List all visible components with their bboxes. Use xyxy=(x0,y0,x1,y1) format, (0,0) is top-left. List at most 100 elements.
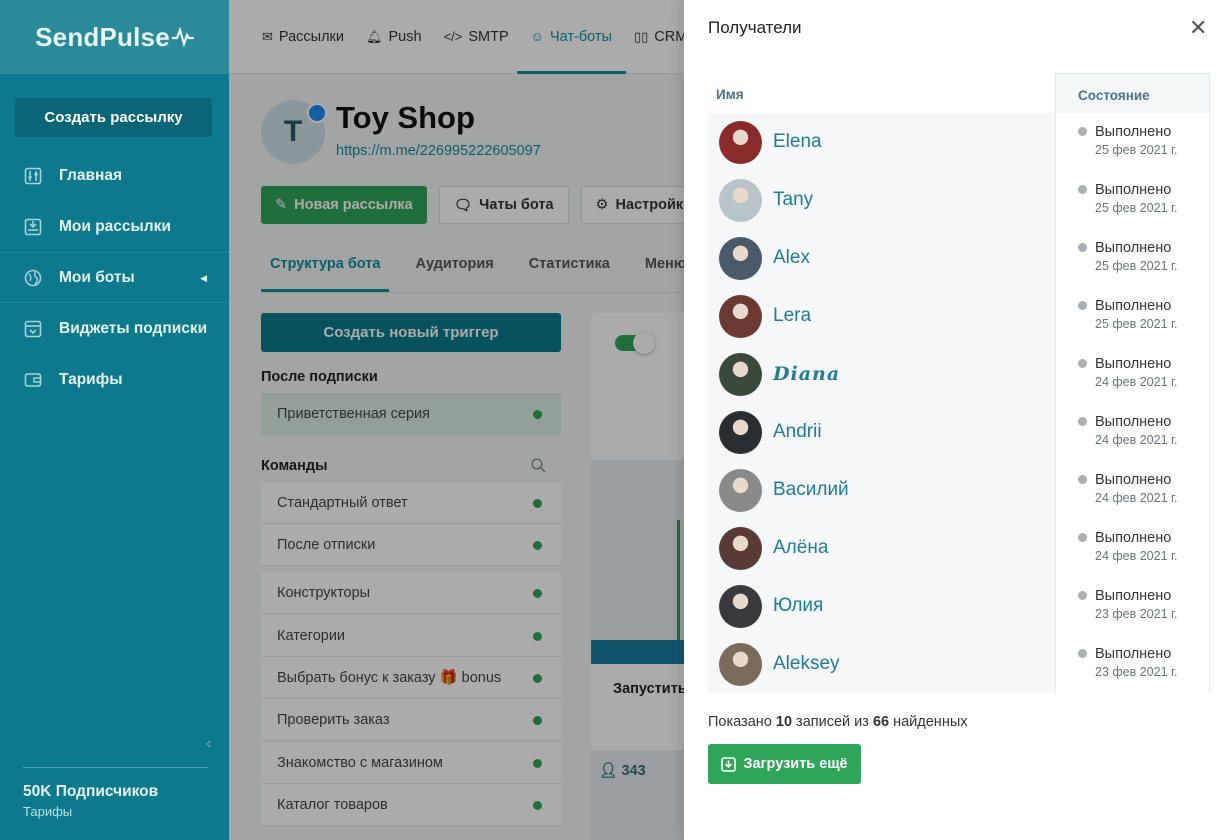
status-label: Выполнено xyxy=(1095,356,1172,372)
table-row[interactable]: Василий Выполнено 24 фев 2021 г. xyxy=(708,461,1210,519)
status-dot xyxy=(1078,185,1087,194)
recipient-cell: Tany xyxy=(708,171,1055,229)
status-cell: Выполнено 25 фев 2021 г. xyxy=(1055,113,1210,171)
table-header: Имя Состояние xyxy=(708,73,1210,113)
table-body: Elena Выполнено 25 фев 2021 г. Tany Выполнен… xyxy=(708,113,1210,693)
status-label: Выполнено xyxy=(1095,182,1172,198)
status-label: Выполнено xyxy=(1095,240,1172,256)
recipient-cell: Elena xyxy=(708,113,1055,171)
recipient-name[interactable]: Василий xyxy=(773,479,849,501)
logo-area: SendPulse xyxy=(0,0,229,74)
column-header-state[interactable]: Состояние xyxy=(1055,73,1210,113)
table-row[interactable]: Aleksey Выполнено 23 фев 2021 г. xyxy=(708,635,1210,693)
load-more-button[interactable]: Загрузить ещё xyxy=(708,744,861,784)
avatar xyxy=(719,642,762,686)
sidebar-nav: Главная Мои рассылки Мои боты ◀ Виджеты … xyxy=(0,150,229,405)
sidebar-item-main[interactable]: Главная xyxy=(0,150,229,201)
avatar xyxy=(719,236,762,280)
recipient-name[interactable]: Alex xyxy=(773,247,810,269)
status-dot xyxy=(1078,475,1087,484)
status-label: Выполнено xyxy=(1095,588,1172,604)
close-icon[interactable]: ✕ xyxy=(1189,17,1207,39)
sidebar-item-my-bots[interactable]: Мои боты ◀ xyxy=(0,252,229,303)
status-dot xyxy=(1078,649,1087,658)
status-cell: Выполнено 25 фев 2021 г. xyxy=(1055,229,1210,287)
status-date: 23 фев 2021 г. xyxy=(1095,607,1178,621)
sendpulse-logo[interactable]: SendPulse xyxy=(35,22,194,53)
status-cell: Выполнено 24 фев 2021 г. xyxy=(1055,461,1210,519)
table-row[interactable]: Alex Выполнено 25 фев 2021 г. xyxy=(708,229,1210,287)
summary-text: Показано xyxy=(708,714,772,730)
recipient-cell: Alex xyxy=(708,229,1055,287)
status-cell: Выполнено 23 фев 2021 г. xyxy=(1055,635,1210,693)
recipient-name[interactable]: Алёна xyxy=(773,537,828,559)
widget-icon xyxy=(24,320,42,338)
column-header-name[interactable]: Имя xyxy=(716,87,744,102)
wallet-icon xyxy=(24,371,42,389)
avatar xyxy=(719,294,762,338)
create-campaign-button[interactable]: Создать рассылку xyxy=(15,98,212,137)
sidebar-item-tariffs[interactable]: Тарифы xyxy=(0,354,229,405)
recipient-cell: Aleksey xyxy=(708,635,1055,693)
status-label: Выполнено xyxy=(1095,472,1172,488)
status-date: 25 фев 2021 г. xyxy=(1095,317,1178,331)
recipient-name[interactable]: Andrii xyxy=(773,421,822,443)
status-cell: Выполнено 25 фев 2021 г. xyxy=(1055,287,1210,345)
globe-icon xyxy=(24,269,42,287)
table-row[interactable]: Юлия Выполнено 23 фев 2021 г. xyxy=(708,577,1210,635)
recipient-cell: Юлия xyxy=(708,577,1055,635)
sidebar-item-label: Тарифы xyxy=(59,370,123,388)
table-row[interactable]: Lera Выполнено 25 фев 2021 г. xyxy=(708,287,1210,345)
status-dot xyxy=(1078,359,1087,368)
status-date: 24 фев 2021 г. xyxy=(1095,375,1178,389)
table-row[interactable]: Diana Выполнено 24 фев 2021 г. xyxy=(708,345,1210,403)
sidebar-item-label: Мои рассылки xyxy=(59,217,171,235)
table-row[interactable]: Andrii Выполнено 24 фев 2021 г. xyxy=(708,403,1210,461)
recipient-name[interactable]: Tany xyxy=(773,189,813,211)
status-dot xyxy=(1078,301,1087,310)
sidebar-item-widgets[interactable]: Виджеты подписки xyxy=(0,303,229,354)
recipient-name[interactable]: Aleksey xyxy=(773,653,840,675)
recipient-cell: Василий xyxy=(708,461,1055,519)
sidebar-item-campaigns[interactable]: Мои рассылки xyxy=(0,201,229,252)
status-date: 25 фев 2021 г. xyxy=(1095,143,1178,157)
collapse-sidebar-icon[interactable]: ‹ xyxy=(206,735,211,753)
sidebar: SendPulse Создать рассылку Главная Мои р… xyxy=(0,0,229,840)
recipient-cell: Diana xyxy=(708,345,1055,403)
recipient-name[interactable]: Elena xyxy=(773,131,822,153)
recipient-name[interactable]: Lera xyxy=(773,305,811,327)
results-summary: Показано 10 записей из 66 найденных xyxy=(708,714,968,730)
status-date: 24 фев 2021 г. xyxy=(1095,549,1178,563)
recipient-cell: Алёна xyxy=(708,519,1055,577)
tariffs-link[interactable]: Тарифы xyxy=(23,804,72,819)
pulse-icon xyxy=(171,27,194,47)
sidebar-item-label: Главная xyxy=(59,166,123,184)
recipient-name[interactable]: Diana xyxy=(773,363,840,385)
sidebar-item-label: Мои боты xyxy=(59,268,135,286)
status-cell: Выполнено 24 фев 2021 г. xyxy=(1055,519,1210,577)
recipient-name[interactable]: Юлия xyxy=(773,595,823,617)
recipient-cell: Lera xyxy=(708,287,1055,345)
summary-text: записей из xyxy=(796,714,869,730)
status-cell: Выполнено 24 фев 2021 г. xyxy=(1055,403,1210,461)
caret-left-icon: ◀ xyxy=(200,273,207,283)
status-dot xyxy=(1078,417,1087,426)
status-dot xyxy=(1078,591,1087,600)
status-date: 25 фев 2021 г. xyxy=(1095,201,1178,215)
avatar xyxy=(719,468,762,512)
sliders-icon xyxy=(24,167,42,185)
status-label: Выполнено xyxy=(1095,414,1172,430)
recipient-cell: Andrii xyxy=(708,403,1055,461)
avatar xyxy=(719,584,762,628)
status-date: 23 фев 2021 г. xyxy=(1095,665,1178,679)
sidebar-item-label: Виджеты подписки xyxy=(59,319,208,337)
subscribers-plan: 50K Подписчиков xyxy=(23,783,159,800)
status-label: Выполнено xyxy=(1095,124,1172,140)
shown-count: 10 xyxy=(775,714,793,730)
avatar xyxy=(719,178,762,222)
status-cell: Выполнено 25 фев 2021 г. xyxy=(1055,171,1210,229)
table-row[interactable]: Tany Выполнено 25 фев 2021 г. xyxy=(708,171,1210,229)
table-row[interactable]: Elena Выполнено 25 фев 2021 г. xyxy=(708,113,1210,171)
avatar xyxy=(719,526,762,570)
table-row[interactable]: Алёна Выполнено 24 фев 2021 г. xyxy=(708,519,1210,577)
